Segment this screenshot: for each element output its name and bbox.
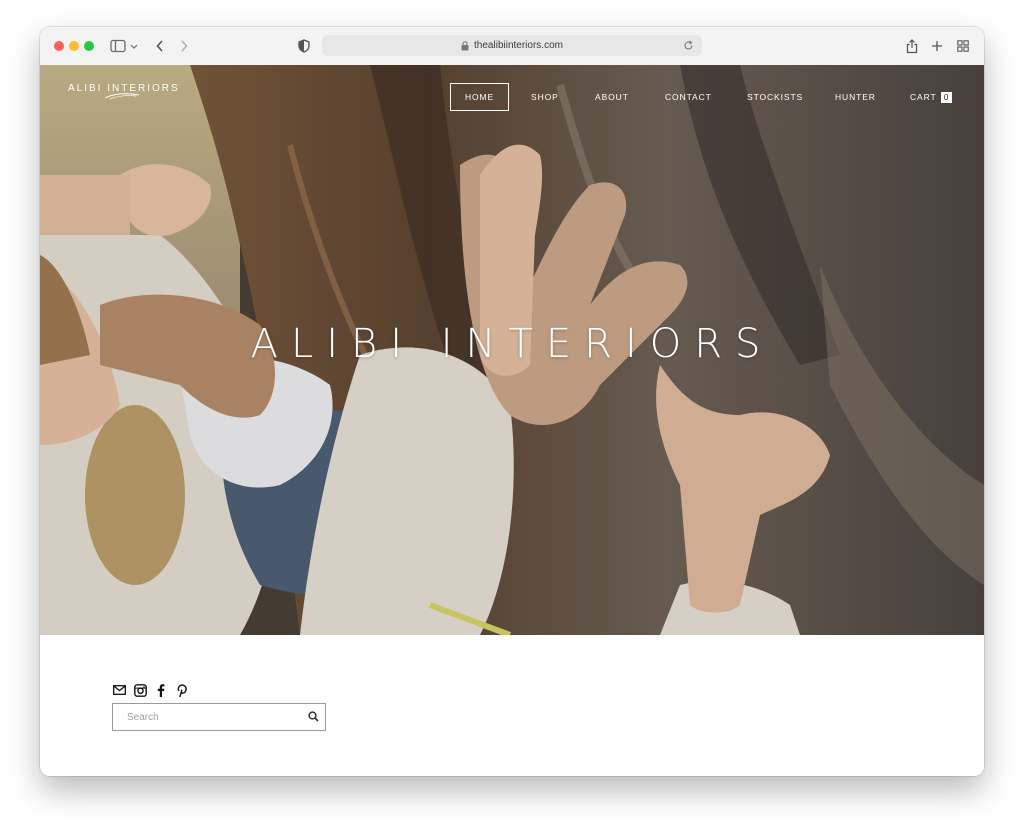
site-logo[interactable]: ALIBI INTERIORS	[68, 83, 180, 100]
browser-window: thealibiinteriors.com ALIBI INTERIORS HO…	[40, 27, 984, 776]
nav-about[interactable]: ABOUT	[595, 83, 629, 111]
facebook-icon[interactable]	[154, 683, 168, 697]
search-input[interactable]	[113, 704, 317, 730]
nav-shop[interactable]: SHOP	[531, 83, 559, 111]
nav-contact[interactable]: CONTACT	[665, 83, 712, 111]
url-text: thealibiinteriors.com	[474, 40, 563, 51]
forward-button[interactable]	[174, 36, 194, 56]
privacy-report-button[interactable]	[294, 36, 314, 56]
reload-icon[interactable]	[683, 40, 694, 51]
nav-cart-label: CART	[910, 92, 937, 102]
zoom-window-button[interactable]	[84, 41, 94, 51]
chevron-right-icon	[181, 40, 188, 52]
nav-cart[interactable]: CART 0	[910, 83, 952, 111]
search-icon[interactable]	[308, 711, 319, 722]
nav-stockists[interactable]: STOCKISTS	[747, 83, 803, 111]
hero-banner: ALIBI INTERIORS HOME SHOP ABOUT CONTACT …	[40, 65, 984, 635]
tab-overview-button[interactable]	[952, 36, 974, 56]
chevron-left-icon	[156, 40, 163, 52]
logo-text: ALIBI INTERIORS	[68, 83, 180, 94]
minimize-window-button[interactable]	[69, 41, 79, 51]
sidebar-icon	[110, 39, 138, 53]
lock-icon	[461, 40, 469, 51]
nav-hunter[interactable]: HUNTER	[835, 83, 876, 111]
plus-icon	[932, 41, 942, 51]
site-footer	[40, 635, 984, 776]
close-window-button[interactable]	[54, 41, 64, 51]
cart-count-badge: 0	[940, 92, 952, 103]
share-button[interactable]	[902, 36, 922, 56]
grid-icon	[957, 40, 969, 52]
nav-home[interactable]: HOME	[450, 83, 510, 111]
social-links	[112, 683, 189, 697]
share-icon	[906, 38, 918, 53]
instagram-icon[interactable]	[133, 683, 147, 697]
browser-toolbar: thealibiinteriors.com	[40, 27, 984, 66]
sidebar-toggle-button[interactable]	[108, 36, 142, 56]
new-tab-button[interactable]	[927, 36, 947, 56]
address-bar[interactable]: thealibiinteriors.com	[322, 35, 702, 56]
hero-title: ALIBI INTERIORS	[250, 321, 774, 367]
shield-icon	[298, 39, 310, 53]
pinterest-icon[interactable]	[175, 683, 189, 697]
back-button[interactable]	[150, 36, 170, 56]
mail-icon[interactable]	[112, 683, 126, 697]
search-box	[112, 703, 326, 731]
